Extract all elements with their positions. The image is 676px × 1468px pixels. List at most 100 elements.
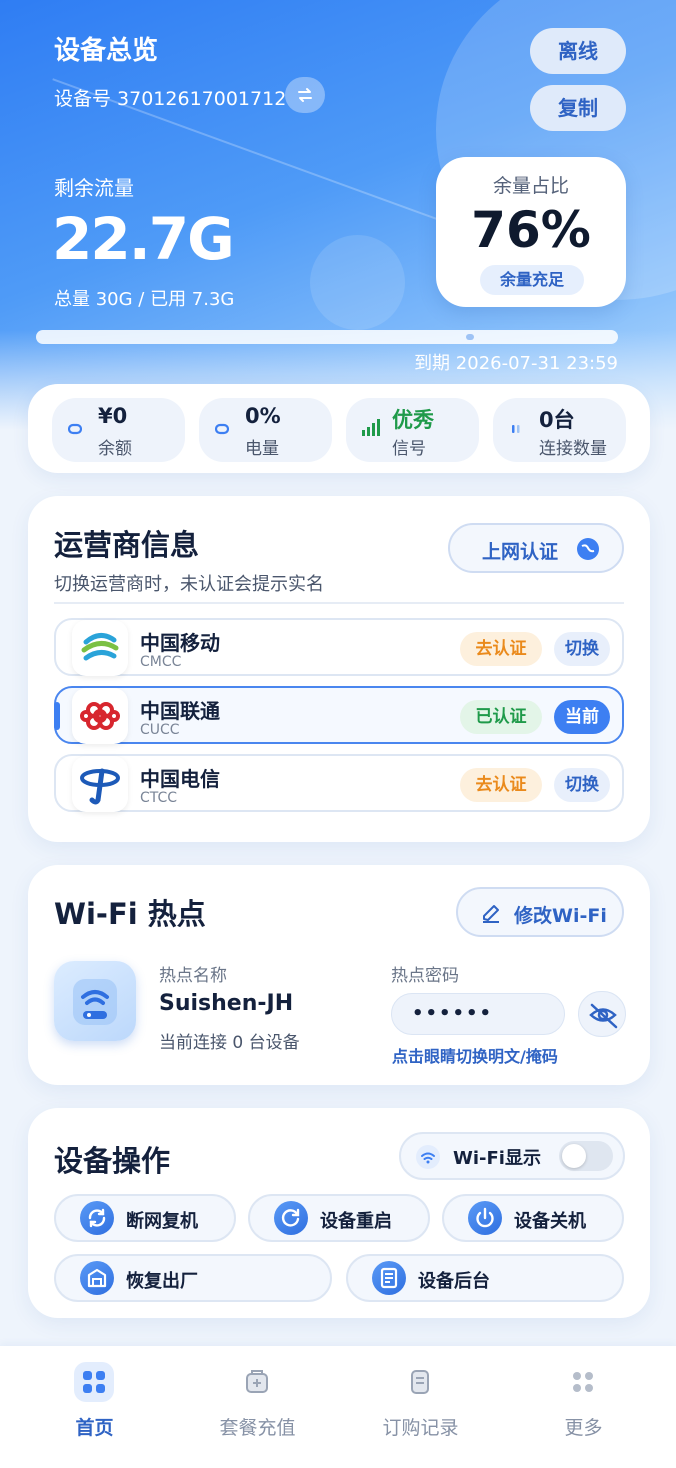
expire-date: 到期 2026-07-31 23:59 [414, 353, 618, 374]
active-indicator [54, 702, 60, 730]
ctcc-logo [72, 756, 128, 812]
network-auth-label: 上网认证 [482, 541, 559, 563]
refresh-icon [80, 1201, 114, 1235]
verify-button[interactable]: 去认证 [460, 768, 542, 802]
copy-button[interactable]: 复制 [530, 85, 626, 131]
switch-device-button[interactable] [285, 77, 325, 113]
signal-icon [362, 419, 380, 436]
stat-label: 信号 [392, 439, 426, 459]
edit-wifi-button[interactable]: 修改Wi-Fi [456, 887, 624, 937]
factory-reset-button[interactable]: 恢复出厂 [54, 1254, 332, 1302]
tab-label: 更多 [564, 1417, 603, 1439]
device-number: 设备号 37012617001712 [54, 88, 287, 110]
admin-panel-icon [372, 1261, 406, 1295]
stat-value: ¥0 [98, 404, 128, 428]
tab-label: 首页 [75, 1417, 114, 1439]
operator-row-ctcc[interactable]: 中国电信 CTCC 去认证 切换 [54, 754, 624, 812]
edit-icon [483, 905, 499, 923]
restart-icon [274, 1201, 308, 1235]
operator-code: CUCC [140, 722, 180, 738]
verified-badge: 已认证 [460, 700, 542, 734]
password-field[interactable]: •••••• [391, 993, 565, 1035]
tab-label: 套餐充值 [219, 1417, 296, 1439]
device-ops-card: 设备操作 Wi-Fi显示 断网复机 设备重启 设备关机 恢复出厂 设备后台 [28, 1108, 650, 1318]
reboot-button[interactable]: 设备重启 [248, 1194, 430, 1242]
password-label: 热点密码 [391, 966, 459, 986]
operator-code: CTCC [140, 790, 178, 806]
stat-battery[interactable]: 0% 电量 [199, 398, 332, 462]
package-icon [237, 1362, 277, 1402]
wifi-display-label: Wi-Fi显示 [453, 1148, 541, 1169]
wifi-card: Wi-Fi 热点 修改Wi-Fi 热点名称 Suishen-JH 当前连接 0 … [28, 865, 650, 1085]
switch-operator-button[interactable]: 切换 [554, 632, 610, 666]
wifi-display-toggle[interactable]: Wi-Fi显示 [399, 1132, 625, 1180]
tab-label: 订购记录 [382, 1417, 459, 1439]
stat-signal[interactable]: 优秀 信号 [346, 398, 479, 462]
cucc-logo [72, 688, 128, 744]
ratio-badge: 余量充足 [480, 265, 584, 295]
decor-circle [310, 235, 405, 330]
edit-wifi-label: 修改Wi-Fi [514, 905, 607, 927]
password-hint: 点击眼睛切换明文/掩码 [392, 1047, 558, 1066]
more-dots-icon [563, 1362, 603, 1402]
tab-recharge[interactable]: 套餐充值 [173, 1346, 342, 1468]
ratio-value: 76% [471, 201, 591, 259]
ssid-label: 热点名称 [159, 966, 227, 986]
offline-button[interactable]: 离线 [530, 28, 626, 74]
usage-summary: 总量 30G / 已用 7.3G [54, 289, 235, 310]
remaining-data-value: 22.7G [52, 205, 235, 273]
battery-icon [215, 423, 229, 435]
factory-icon [80, 1261, 114, 1295]
action-label: 设备重启 [320, 1211, 392, 1232]
operator-card: 运营商信息 切换运营商时，未认证会提示实名 上网认证 中国移动 CMCC 去认证… [28, 496, 650, 842]
action-label: 恢复出厂 [126, 1271, 198, 1292]
ratio-label: 余量占比 [492, 175, 569, 197]
current-operator-button[interactable]: 当前 [554, 700, 610, 734]
stats-card: ¥0 余额 0% 电量 优秀 信号 0台 连接数量 [28, 384, 650, 473]
action-label: 设备关机 [514, 1211, 586, 1232]
operator-row-cmcc[interactable]: 中国移动 CMCC 去认证 切换 [54, 618, 624, 676]
ssid-value: Suishen-JH [159, 991, 294, 1016]
operator-name: 中国电信 [140, 767, 220, 791]
globe-icon [577, 538, 599, 560]
connections-icon [512, 425, 520, 433]
toggle-password-button[interactable] [578, 991, 626, 1037]
network-restore-button[interactable]: 断网复机 [54, 1194, 236, 1242]
operator-subtitle: 切换运营商时，未认证会提示实名 [54, 574, 324, 595]
wifi-display-switch[interactable] [559, 1141, 613, 1171]
stat-connections[interactable]: 0台 连接数量 [493, 398, 626, 462]
switch-knob [562, 1144, 586, 1168]
action-label: 设备后台 [418, 1271, 490, 1292]
stat-value: 优秀 [392, 408, 434, 432]
switch-operator-button[interactable]: 切换 [554, 768, 610, 802]
operator-name: 中国联通 [140, 699, 220, 723]
wifi-title: Wi-Fi 热点 [54, 897, 206, 931]
shutdown-button[interactable]: 设备关机 [442, 1194, 624, 1242]
operator-title: 运营商信息 [54, 528, 200, 562]
divider [54, 602, 624, 604]
orders-icon [400, 1362, 440, 1402]
stat-value: 0% [245, 404, 281, 428]
remaining-ratio-card: 余量占比 76% 余量充足 [436, 157, 626, 307]
stat-value: 0台 [539, 408, 575, 432]
cmcc-logo [72, 620, 128, 676]
balance-icon [68, 423, 82, 435]
usage-progress-marker [466, 334, 474, 340]
tab-more[interactable]: 更多 [499, 1346, 668, 1468]
action-label: 断网复机 [126, 1211, 198, 1232]
stat-label: 连接数量 [539, 439, 607, 459]
tab-orders[interactable]: 订购记录 [336, 1346, 505, 1468]
wifi-icon [416, 1145, 440, 1169]
operator-code: CMCC [140, 654, 182, 670]
verify-button[interactable]: 去认证 [460, 632, 542, 666]
connected-count: 当前连接 0 台设备 [159, 1033, 300, 1053]
device-admin-button[interactable]: 设备后台 [346, 1254, 624, 1302]
tab-home[interactable]: 首页 [10, 1346, 179, 1468]
remaining-data-label: 剩余流量 [54, 176, 134, 200]
network-auth-button[interactable]: 上网认证 [448, 523, 624, 573]
stat-balance[interactable]: ¥0 余额 [52, 398, 185, 462]
bottom-tab-bar: 首页 套餐充值 订购记录 更多 [0, 1346, 676, 1468]
eye-off-icon [589, 1003, 618, 1029]
operator-row-cucc[interactable]: 中国联通 CUCC 已认证 当前 [54, 686, 624, 744]
operator-name: 中国移动 [140, 631, 220, 655]
